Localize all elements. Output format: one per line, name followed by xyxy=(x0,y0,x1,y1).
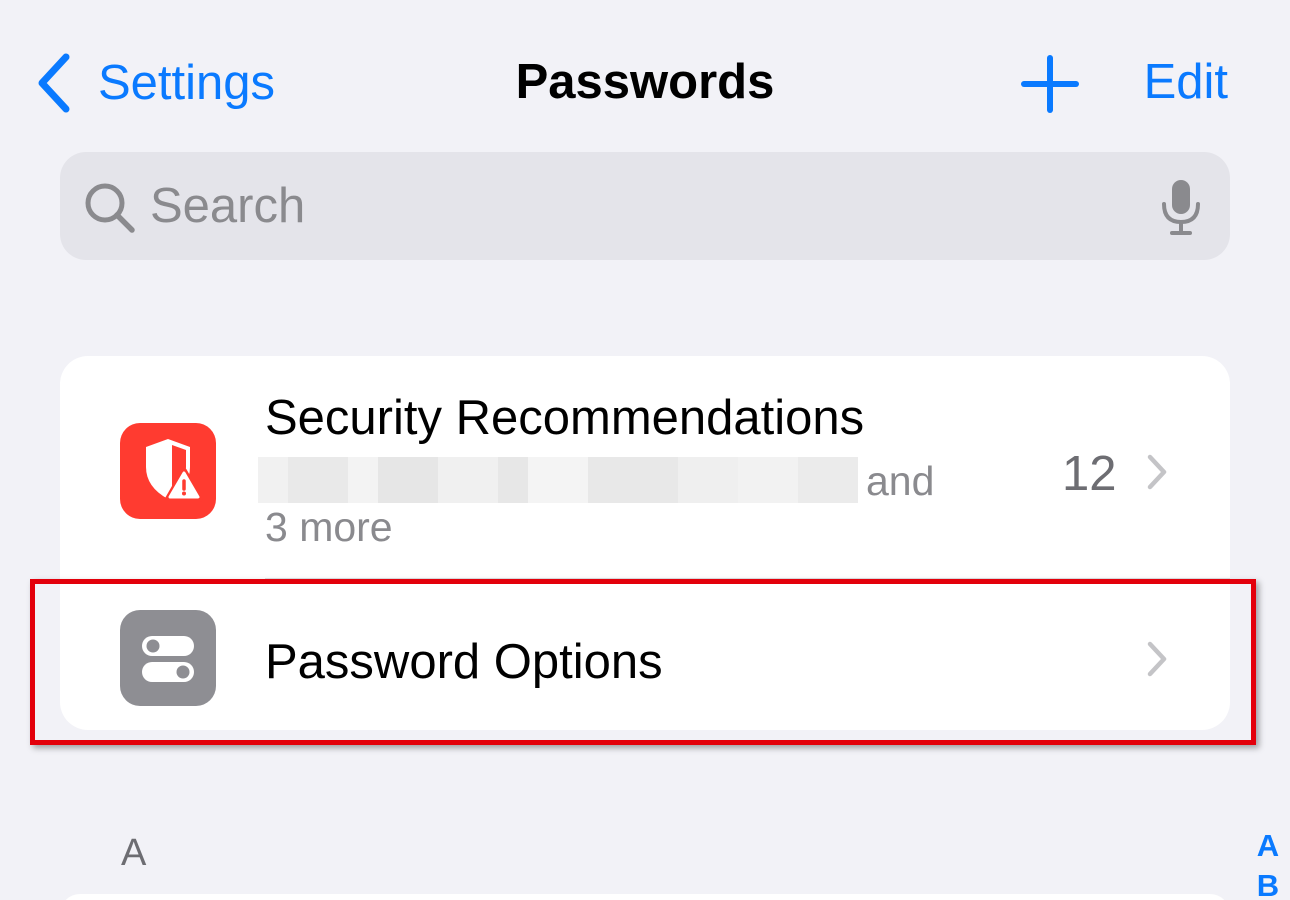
add-button[interactable] xyxy=(1020,54,1080,114)
security-recommendations-subtitle: and xyxy=(258,454,958,508)
shield-warning-icon xyxy=(120,423,216,519)
plus-icon xyxy=(1020,55,1080,118)
subtitle-suffix: and xyxy=(866,458,935,504)
chevron-right-icon xyxy=(1146,453,1168,491)
edit-button[interactable]: Edit xyxy=(1144,54,1228,110)
password-options-title: Password Options xyxy=(265,635,663,689)
password-list-card xyxy=(60,894,1230,900)
security-recommendations-title: Security Recommendations xyxy=(265,391,865,445)
search-input[interactable] xyxy=(150,174,1110,238)
redacted-text xyxy=(258,457,858,504)
page-title: Passwords xyxy=(0,54,1290,110)
security-recommendations-row[interactable]: Security Recommendations and 3 more 12 xyxy=(60,356,1230,578)
security-options-card: Security Recommendations and 3 more 12 P… xyxy=(60,356,1230,730)
microphone-icon[interactable] xyxy=(1160,178,1202,236)
section-header-a: A xyxy=(121,832,147,874)
chevron-right-icon xyxy=(1146,640,1168,678)
toggles-icon xyxy=(120,610,216,706)
search-icon xyxy=(84,182,136,234)
security-recommendations-count: 12 xyxy=(1062,447,1117,501)
alphabet-index[interactable]: A B xyxy=(1252,826,1284,900)
index-letter-a[interactable]: A xyxy=(1252,826,1284,866)
search-bar[interactable] xyxy=(60,152,1230,260)
page-title-text: Passwords xyxy=(515,55,775,109)
passwords-screen: Settings Passwords Edit Search Security … xyxy=(0,0,1290,900)
security-recommendations-more: 3 more xyxy=(265,504,393,550)
index-letter-b[interactable]: B xyxy=(1252,866,1284,900)
